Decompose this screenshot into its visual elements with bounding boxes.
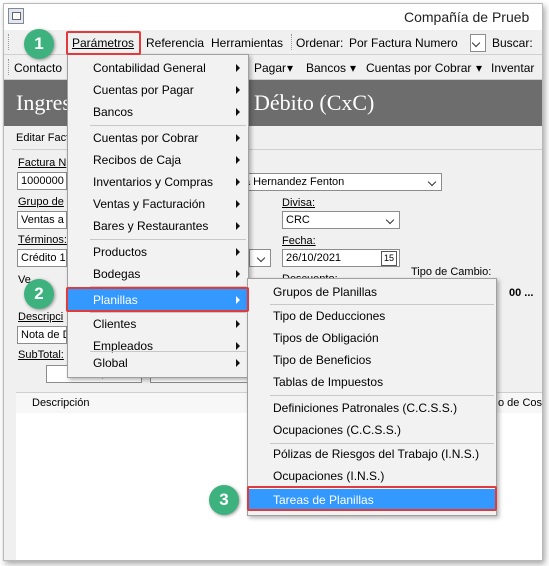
editar-factura-label: Editar Fact	[16, 132, 70, 144]
menu-separator	[270, 395, 494, 396]
cliente-select[interactable]: a Hernandez Fenton	[240, 173, 442, 191]
chevron-right-icon	[236, 156, 240, 164]
column-costo[interactable]: o de Cos	[498, 397, 542, 409]
menu-contabilidad-general[interactable]: Contabilidad General	[68, 57, 248, 79]
chevron-right-icon	[236, 178, 240, 186]
step-callout-3: 3	[209, 485, 239, 515]
menu-productos[interactable]: Productos	[68, 241, 248, 263]
grupo-label: Grupo de	[18, 196, 64, 208]
chevron-down-icon	[384, 213, 398, 227]
menu-recibos-caja[interactable]: Recibos de Caja	[68, 149, 248, 171]
ordenar-label: Ordenar:	[296, 36, 344, 50]
menu-definiciones-patronales[interactable]: Definiciones Patronales (C.C.S.S.)	[248, 397, 496, 419]
chevron-right-icon	[236, 200, 240, 208]
chevron-right-icon	[236, 342, 240, 350]
chevron-right-icon	[236, 320, 240, 328]
toolbar-inventarios[interactable]: Inventar	[491, 61, 534, 75]
app-icon	[8, 8, 24, 24]
menu-item-referencia[interactable]: Referencia	[146, 36, 204, 50]
chevron-down-icon: ▾	[287, 61, 294, 75]
terminos-label: Términos:	[18, 234, 67, 246]
menu-item-herramientas[interactable]: Herramientas	[211, 36, 283, 50]
divisa-label: Divisa:	[282, 197, 316, 209]
highlight-box-parametros	[66, 31, 141, 55]
menu-bodegas[interactable]: Bodegas	[68, 263, 248, 285]
menu-ocupaciones-ins[interactable]: Ocupaciones (I.N.S.)	[248, 465, 496, 487]
menu-separator	[90, 239, 246, 240]
chevron-right-icon	[236, 64, 240, 72]
chevron-right-icon	[236, 248, 240, 256]
window-title: Compañía de Prueb	[404, 9, 530, 25]
menu-tipo-beneficios[interactable]: Tipo de Beneficios	[248, 349, 496, 371]
chevron-down-icon: ▾	[476, 61, 483, 75]
planillas-submenu: Grupos de Planillas Tipo de Deducciones …	[247, 278, 497, 516]
fecha-value: 26/10/2021	[286, 252, 342, 264]
menu-ocupaciones-ccss[interactable]: Ocupaciones (C.C.S.S.)	[248, 419, 496, 441]
chevron-right-icon	[236, 270, 240, 278]
descripcion-input[interactable]: Nota de D	[17, 326, 67, 344]
menu-grupos-planillas[interactable]: Grupos de Planillas	[248, 281, 496, 303]
toolbar-grip	[291, 34, 294, 50]
highlight-box-tareas	[247, 486, 497, 511]
menu-tablas-impuestos[interactable]: Tablas de Impuestos	[248, 371, 496, 393]
step-callout-2: 2	[24, 279, 54, 309]
toolbar-grip	[8, 34, 11, 50]
parametros-menu: Contabilidad General Cuentas por Pagar B…	[67, 54, 249, 378]
chevron-right-icon	[236, 359, 240, 367]
factura-input[interactable]: 1000000	[17, 172, 67, 190]
toolbar-pagar[interactable]: Pagar	[254, 61, 286, 75]
fecha-input[interactable]: 26/10/2021 15	[282, 249, 400, 267]
highlight-box-planillas	[66, 287, 249, 312]
menu-polizas-riesgos[interactable]: Pólizas de Riesgos del Trabajo (I.N.S.)	[248, 441, 496, 463]
menu-separator	[90, 125, 246, 126]
menu-cuentas-pagar[interactable]: Cuentas por Pagar	[68, 79, 248, 101]
chevron-down-icon: ▾	[350, 61, 357, 75]
divisa-value: CRC	[286, 214, 310, 226]
chevron-right-icon	[236, 134, 240, 142]
grupo-select[interactable]: Ventas a	[17, 211, 67, 229]
toolbar-cuentas-cobrar[interactable]: Cuentas por Cobrar	[366, 61, 471, 75]
chevron-right-icon	[236, 108, 240, 116]
toolbar-bancos[interactable]: Bancos	[306, 61, 346, 75]
menu-inventarios-compras[interactable]: Inventarios y Compras	[68, 171, 248, 193]
toolbar-contactos[interactable]: Contacto	[14, 61, 62, 75]
menu-bares-restaurantes[interactable]: Bares y Restaurantes	[68, 215, 248, 237]
menu-tipos-obligacion[interactable]: Tipos de Obligación	[248, 327, 496, 349]
divisa-select[interactable]: CRC	[282, 211, 400, 229]
terminos-select[interactable]: Crédito 15	[17, 249, 67, 267]
chevron-right-icon	[236, 222, 240, 230]
menu-clientes[interactable]: Clientes	[68, 313, 248, 335]
tipo-cambio-label: Tipo de Cambio:	[411, 266, 492, 278]
menu-cuentas-cobrar[interactable]: Cuentas por Cobrar	[68, 127, 248, 149]
factura-label: Factura N	[18, 157, 67, 169]
form-title-right: Débito (CxC)	[254, 90, 375, 115]
step-callout-1: 1	[24, 29, 54, 59]
descripcion-label: Descripci	[18, 311, 64, 323]
chevron-down-icon	[426, 175, 440, 189]
fecha-label: Fecha:	[282, 235, 316, 247]
menu-bancos[interactable]: Bancos	[68, 101, 248, 123]
column-descripcion[interactable]: Descripción	[32, 397, 89, 409]
menu-tipo-deducciones[interactable]: Tipo de Deducciones	[248, 305, 496, 327]
ordenar-select[interactable]: Por Factura Numero	[349, 36, 458, 50]
chevron-right-icon	[236, 86, 240, 94]
ordenar-dropdown-button[interactable]	[470, 34, 486, 52]
terminos-dropdown-button[interactable]	[249, 249, 271, 267]
calendar-icon[interactable]: 15	[380, 251, 397, 266]
title-bar: Compañía de Prueb	[4, 4, 542, 30]
chevron-down-icon	[471, 36, 484, 50]
menu-global[interactable]: Global	[68, 352, 248, 374]
chevron-down-icon	[255, 251, 269, 265]
subtotal-label: SubTotal:	[18, 349, 64, 361]
cliente-value: a Hernandez Fenton	[244, 176, 345, 188]
form-title-left: Ingres	[16, 90, 71, 115]
buscar-label: Buscar:	[492, 36, 533, 50]
menu-ventas-facturacion[interactable]: Ventas y Facturación	[68, 193, 248, 215]
tipo-cambio-value: 00 ...	[509, 287, 534, 299]
toolbar-grip	[8, 59, 11, 75]
app-window: Compañía de Prueb al Parámetros Referenc…	[3, 3, 543, 561]
